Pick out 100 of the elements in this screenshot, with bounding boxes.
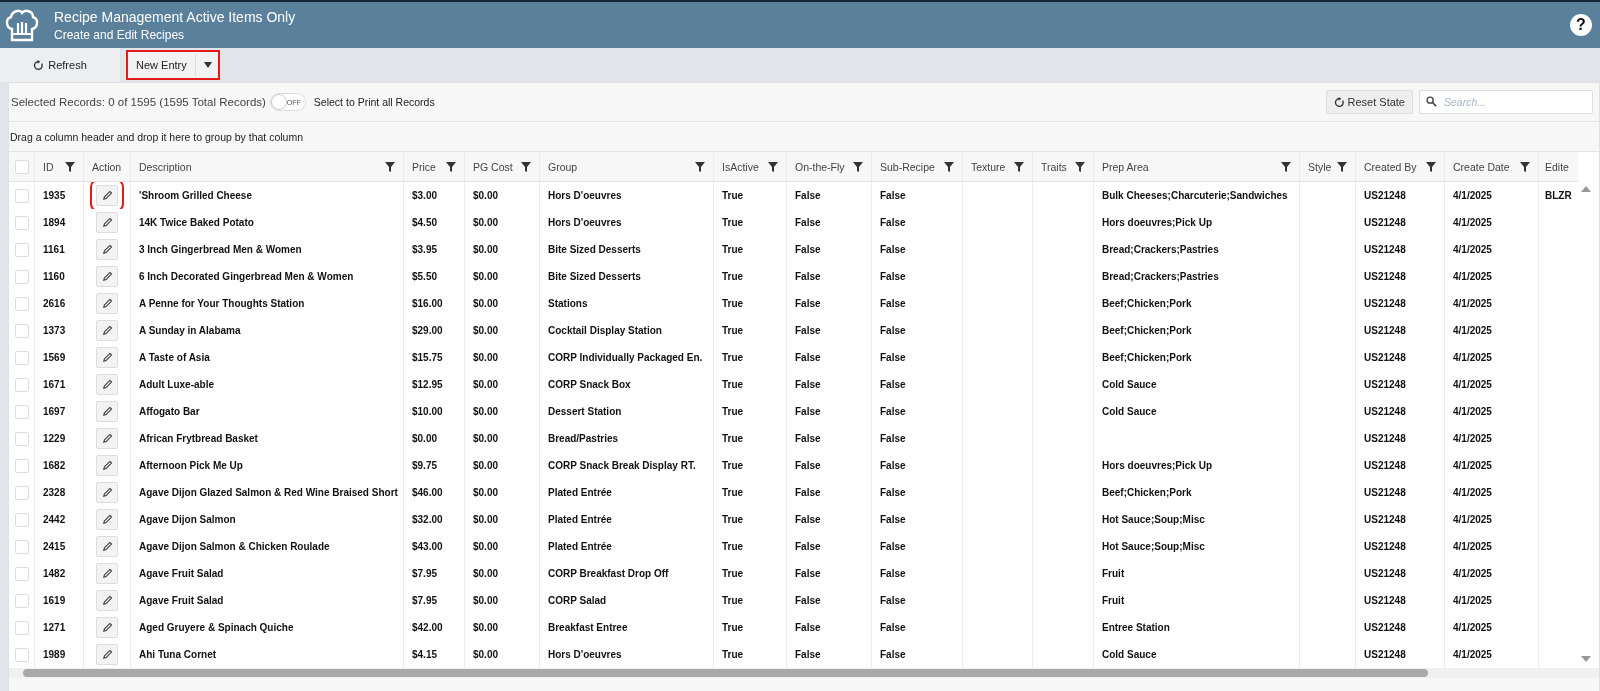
edit-button[interactable]: [96, 266, 118, 287]
filter-icon[interactable]: [1426, 161, 1436, 172]
edit-button[interactable]: [96, 239, 118, 260]
page-title: Recipe Management Active Items Only: [54, 8, 296, 25]
table-cell: False: [795, 487, 821, 498]
table-cell: True: [722, 352, 744, 363]
table-cell: False: [795, 298, 821, 309]
row-checkbox[interactable]: [14, 566, 29, 581]
new-entry-button[interactable]: New Entry: [126, 50, 220, 80]
horizontal-scrollbar[interactable]: [9, 668, 1599, 678]
row-checkbox[interactable]: [14, 458, 29, 473]
table-cell: Fruit: [1102, 595, 1125, 606]
column-header[interactable]: Texture: [971, 160, 1006, 173]
filter-icon[interactable]: [695, 161, 705, 172]
column-header[interactable]: On-the-Fly: [795, 160, 845, 173]
column-header[interactable]: Prep Area: [1102, 160, 1149, 173]
filter-icon[interactable]: [1337, 161, 1347, 172]
table-cell: False: [795, 433, 821, 444]
filter-icon[interactable]: [1014, 161, 1024, 172]
edit-button[interactable]: [96, 482, 118, 503]
row-checkbox[interactable]: [14, 188, 29, 203]
chef-hat-icon: [4, 7, 40, 43]
filter-icon[interactable]: [521, 161, 531, 172]
refresh-button[interactable]: Refresh: [0, 48, 120, 82]
filter-icon[interactable]: [65, 161, 75, 172]
pencil-icon: [101, 217, 113, 228]
column-header[interactable]: Style: [1308, 160, 1332, 173]
edit-button[interactable]: [96, 401, 118, 422]
table-cell: False: [795, 568, 821, 579]
edit-button[interactable]: [96, 563, 118, 584]
column-header[interactable]: ID: [43, 160, 54, 173]
help-button[interactable]: ?: [1570, 14, 1592, 36]
table-cell: True: [722, 595, 744, 606]
column-header[interactable]: Sub-Recipe: [880, 160, 935, 173]
edit-button[interactable]: [96, 455, 118, 476]
table-cell: 4/1/2025: [1453, 244, 1492, 255]
filter-icon[interactable]: [944, 161, 954, 172]
edit-button[interactable]: [96, 347, 118, 368]
row-checkbox[interactable]: [14, 539, 29, 554]
row-checkbox[interactable]: [14, 296, 29, 311]
row-checkbox[interactable]: [14, 269, 29, 284]
table-cell: Entree Station: [1102, 622, 1170, 633]
column-header[interactable]: IsActive: [722, 160, 759, 173]
table-cell: BLZR: [1545, 190, 1572, 201]
column-header[interactable]: Create Date: [1453, 160, 1510, 173]
row-checkbox[interactable]: [14, 647, 29, 662]
edit-button[interactable]: [96, 428, 118, 449]
column-header[interactable]: Edite: [1545, 160, 1569, 173]
edit-button[interactable]: [96, 644, 118, 665]
column-header[interactable]: Price: [412, 160, 436, 173]
edit-button[interactable]: [96, 212, 118, 233]
column-header[interactable]: Traits: [1041, 160, 1067, 173]
filter-icon[interactable]: [446, 161, 456, 172]
table-cell: 4/1/2025: [1453, 460, 1492, 471]
row-checkbox[interactable]: [14, 404, 29, 419]
edit-button[interactable]: [96, 374, 118, 395]
row-checkbox[interactable]: [14, 485, 29, 500]
pencil-icon: [101, 379, 113, 390]
edit-button[interactable]: [96, 320, 118, 341]
table-cell: False: [880, 298, 906, 309]
edit-button[interactable]: [96, 293, 118, 314]
edit-button[interactable]: [96, 536, 118, 557]
filter-icon[interactable]: [1281, 161, 1291, 172]
reset-state-button[interactable]: Reset State: [1325, 90, 1413, 114]
column-header[interactable]: Action: [92, 160, 122, 173]
column-header[interactable]: PG Cost: [473, 160, 513, 173]
table-cell: Fruit: [1102, 568, 1125, 579]
filter-icon[interactable]: [385, 161, 395, 172]
table-cell: Agave Fruit Salad: [139, 568, 224, 579]
select-all-checkbox[interactable]: [14, 159, 29, 174]
row-checkbox[interactable]: [14, 512, 29, 527]
filter-icon[interactable]: [768, 161, 778, 172]
column-header[interactable]: Created By: [1364, 160, 1417, 173]
column-header[interactable]: Group: [548, 160, 578, 173]
caret-icon[interactable]: [203, 62, 212, 68]
row-checkbox[interactable]: [14, 431, 29, 446]
table-cell: $46.00: [412, 487, 443, 498]
row-checkbox[interactable]: [14, 377, 29, 392]
edit-button[interactable]: [96, 590, 118, 611]
filter-icon[interactable]: [853, 161, 863, 172]
table-cell: US21248: [1364, 649, 1406, 660]
table-cell: False: [880, 352, 906, 363]
column-header[interactable]: Description: [139, 160, 192, 173]
scroll-down-icon[interactable]: [1580, 656, 1591, 662]
table-cell: 1697: [43, 406, 66, 417]
table-cell: US21248: [1364, 433, 1406, 444]
search-field[interactable]: Search...: [1419, 90, 1593, 114]
scroll-up-icon[interactable]: [1580, 186, 1591, 192]
row-checkbox[interactable]: [14, 242, 29, 257]
row-checkbox[interactable]: [14, 350, 29, 365]
edit-button[interactable]: [96, 509, 118, 530]
row-checkbox[interactable]: [14, 593, 29, 608]
row-checkbox[interactable]: [14, 323, 29, 338]
table-cell: False: [880, 487, 906, 498]
table-cell: $0.00: [473, 568, 499, 579]
edit-button[interactable]: [96, 617, 118, 638]
row-checkbox[interactable]: [14, 620, 29, 635]
filter-icon[interactable]: [1520, 161, 1530, 172]
filter-icon[interactable]: [1075, 161, 1085, 172]
row-checkbox[interactable]: [14, 215, 29, 230]
